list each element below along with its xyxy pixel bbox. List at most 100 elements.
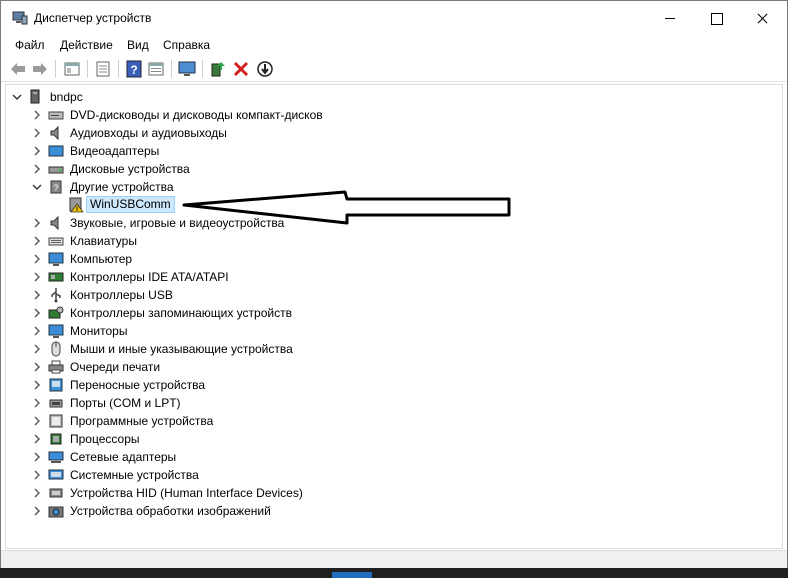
tree-category[interactable]: Переносные устройства <box>6 376 706 394</box>
menu-file[interactable]: Файл <box>15 38 45 52</box>
disk-drive-icon <box>48 166 64 174</box>
minimize-button[interactable] <box>647 1 693 35</box>
tree-category[interactable]: DVD-дисководы и дисководы компакт-дисков <box>6 106 706 124</box>
processor-icon <box>50 433 62 445</box>
title-bar[interactable]: Диспетчер устройств <box>1 1 787 35</box>
usb-icon <box>51 288 61 303</box>
menu-view[interactable]: Вид <box>127 38 149 52</box>
chevron-right-icon[interactable] <box>32 128 42 138</box>
speaker-icon <box>50 125 59 141</box>
forward-icon[interactable] <box>31 60 49 78</box>
dvd-drive-icon <box>48 111 64 120</box>
menu-help[interactable]: Справка <box>163 38 210 52</box>
tree-category-label: Программные устройства <box>70 414 214 428</box>
view-icon[interactable] <box>147 60 165 78</box>
chevron-down-icon[interactable] <box>12 92 22 102</box>
chevron-right-icon[interactable] <box>32 146 42 156</box>
toolbar-separator <box>202 60 203 78</box>
tree-category[interactable]: Контроллеры запоминающих устройств <box>6 304 706 322</box>
tree-category[interactable]: Устройства обработки изображений <box>6 502 706 520</box>
tree-category[interactable]: Сетевые адаптеры <box>6 448 706 466</box>
chevron-right-icon[interactable] <box>32 398 42 408</box>
scan-hardware-icon[interactable] <box>256 60 274 78</box>
monitor-icon[interactable] <box>178 60 196 78</box>
tree-category-label: Переносные устройства <box>70 378 206 392</box>
mouse-icon <box>51 341 61 357</box>
chevron-right-icon[interactable] <box>32 218 42 228</box>
menu-action[interactable]: Действие <box>60 38 113 52</box>
svg-text:?: ? <box>53 183 58 193</box>
chevron-down-icon[interactable] <box>32 182 42 192</box>
tree-category[interactable]: Порты (COM и LPT) <box>6 394 706 412</box>
tree-category[interactable]: Контроллеры USB <box>6 286 706 304</box>
uninstall-icon[interactable] <box>232 60 250 78</box>
chevron-right-icon[interactable] <box>32 308 42 318</box>
chevron-right-icon[interactable] <box>32 362 42 372</box>
tree-category[interactable]: Клавиатуры <box>6 232 706 250</box>
monitor-icon <box>48 324 64 338</box>
printer-icon <box>48 360 64 374</box>
tree-category[interactable]: Звуковые, игровые и видеоустройства <box>6 214 706 232</box>
chevron-right-icon[interactable] <box>32 110 42 120</box>
tree-category[interactable]: Мониторы <box>6 322 706 340</box>
computer-icon <box>48 252 64 266</box>
tree-category[interactable]: Мыши и иные указывающие устройства <box>6 340 706 358</box>
tree-category-label: Сетевые адаптеры <box>70 450 177 464</box>
chevron-right-icon[interactable] <box>32 236 42 246</box>
toolbar-separator <box>171 60 172 78</box>
tree-category[interactable]: Процессоры <box>6 430 706 448</box>
tree-category[interactable]: Дисковые устройства <box>6 160 706 178</box>
tree-category[interactable]: Устройства HID (Human Interface Devices) <box>6 484 706 502</box>
software-device-icon <box>49 414 63 428</box>
tree-category[interactable]: Аудиовходы и аудиовыходы <box>6 124 706 142</box>
tree-category-label: Контроллеры IDE ATA/ATAPI <box>70 270 229 284</box>
tree-category-label: Другие устройства <box>70 180 174 194</box>
tree-root[interactable]: bndpc <box>6 88 706 106</box>
chevron-right-icon[interactable] <box>32 506 42 516</box>
chevron-right-icon[interactable] <box>32 326 42 336</box>
other-devices-icon: ? <box>50 180 62 194</box>
close-button[interactable] <box>739 1 785 35</box>
update-driver-icon[interactable] <box>209 60 227 78</box>
tree-category-label: Очереди печати <box>70 360 161 374</box>
tree-category-label: Контроллеры USB <box>70 288 173 302</box>
chevron-right-icon[interactable] <box>32 272 42 282</box>
chevron-right-icon[interactable] <box>32 488 42 498</box>
chevron-right-icon[interactable] <box>32 380 42 390</box>
device-tree[interactable]: bndpc DVD-дисководы и дисководы компакт-… <box>5 84 783 549</box>
tree-root-label: bndpc <box>50 90 83 104</box>
chevron-right-icon[interactable] <box>32 470 42 480</box>
help-icon[interactable]: ? <box>125 60 143 78</box>
portable-device-icon <box>49 378 63 392</box>
tree-category[interactable]: Системные устройства <box>6 466 706 484</box>
port-icon <box>49 399 63 408</box>
chevron-right-icon[interactable] <box>32 434 42 444</box>
tree-category-label: DVD-дисководы и дисководы компакт-дисков <box>70 108 323 122</box>
taskbar-active-item[interactable] <box>332 572 372 578</box>
chevron-right-icon[interactable] <box>32 452 42 462</box>
properties-icon[interactable] <box>94 60 112 78</box>
tree-category[interactable]: Очереди печати <box>6 358 706 376</box>
chevron-right-icon[interactable] <box>32 290 42 300</box>
chevron-right-icon[interactable] <box>32 344 42 354</box>
tree-category[interactable]: Компьютер <box>6 250 706 268</box>
tree-device-selected[interactable]: WinUSBComm <box>6 196 706 214</box>
tree-category[interactable]: Контроллеры IDE ATA/ATAPI <box>6 268 706 286</box>
system-device-icon <box>48 469 64 480</box>
back-icon[interactable] <box>9 60 27 78</box>
tree-category[interactable]: Видеоадаптеры <box>6 142 706 160</box>
maximize-button[interactable] <box>693 1 739 35</box>
tree-category-label: Видеоадаптеры <box>70 144 160 158</box>
taskbar <box>0 568 788 578</box>
tree-category[interactable]: Программные устройства <box>6 412 706 430</box>
chevron-right-icon[interactable] <box>32 254 42 264</box>
tree-category-expanded[interactable]: ? Другие устройства <box>6 178 706 196</box>
chevron-right-icon[interactable] <box>32 164 42 174</box>
device-manager-app-icon <box>12 11 28 25</box>
display-adapter-icon <box>48 145 64 157</box>
tree-category-label: Устройства HID (Human Interface Devices) <box>70 486 303 500</box>
device-manager-window: Диспетчер устройств Файл Действие Вид Сп… <box>0 0 788 568</box>
chevron-right-icon[interactable] <box>32 416 42 426</box>
sound-icon <box>50 215 59 231</box>
show-hide-tree-icon[interactable] <box>63 60 81 78</box>
